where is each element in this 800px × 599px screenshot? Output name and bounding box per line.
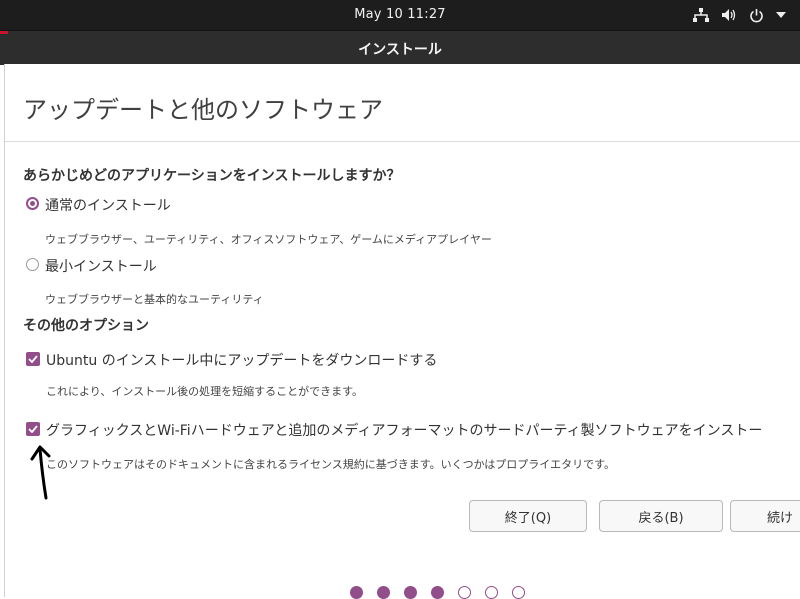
normal-install-radio[interactable]	[26, 197, 39, 210]
normal-install-description: ウェブブラウザー、ユーティリティ、オフィスソフトウェア、ゲームにメディアプレイヤ…	[45, 233, 492, 246]
clock[interactable]: May 10 11:27	[0, 7, 800, 22]
third-party-description: このソフトウェアはそのドキュメントに含まれるライセンス規約に基づきます。いくつか…	[46, 458, 616, 471]
back-button[interactable]: 戻る(B)	[599, 500, 723, 532]
chevron-down-icon[interactable]	[776, 12, 786, 18]
window-title: インストール	[358, 42, 442, 58]
continue-button[interactable]: 続け	[730, 500, 800, 532]
progress-dot	[431, 586, 444, 599]
power-icon[interactable]	[749, 8, 764, 23]
normal-install-label[interactable]: 通常のインストール	[45, 195, 171, 215]
annotation-arrow-icon	[30, 445, 51, 500]
volume-icon[interactable]	[721, 8, 737, 22]
download-updates-description: これにより、インストール後の処理を短縮することができます。	[46, 385, 364, 398]
system-tray[interactable]	[681, 6, 786, 24]
download-updates-label[interactable]: Ubuntu のインストール中にアップデートをダウンロードする	[46, 350, 437, 370]
top-panel: May 10 11:27	[0, 0, 800, 30]
install-question: あらかじめどのアプリケーションをインストールしますか？	[23, 168, 401, 184]
header-divider	[5, 141, 800, 142]
progress-dot	[350, 586, 363, 599]
checkmark-icon	[28, 425, 38, 433]
third-party-label[interactable]: グラフィックスとWi-Fiハードウェアと追加のメディアフォーマットのサードパーテ…	[46, 420, 800, 440]
minimal-install-description: ウェブブラウザーと基本的なユーティリティ	[45, 293, 264, 306]
quit-button[interactable]: 終了(Q)	[469, 500, 587, 532]
page-title: アップデートと他のソフトウェア	[23, 96, 383, 124]
progress-dots	[350, 586, 539, 599]
third-party-checkbox[interactable]	[26, 422, 40, 436]
window-titlebar[interactable]: インストール	[0, 30, 800, 65]
other-options-heading: その他のオプション	[23, 318, 149, 334]
progress-dot	[377, 586, 390, 599]
titlebar-accent	[0, 31, 8, 34]
installer-page: アップデートと他のソフトウェア あらかじめどのアプリケーションをインストールしま…	[4, 64, 800, 599]
checkmark-icon	[28, 355, 38, 363]
minimal-install-radio[interactable]	[26, 258, 39, 271]
network-icon[interactable]	[693, 8, 709, 22]
download-updates-checkbox[interactable]	[26, 352, 40, 366]
progress-dot	[512, 586, 525, 599]
minimal-install-label[interactable]: 最小インストール	[45, 256, 157, 276]
progress-dot	[458, 586, 471, 599]
progress-dot	[485, 586, 498, 599]
progress-dot	[404, 586, 417, 599]
